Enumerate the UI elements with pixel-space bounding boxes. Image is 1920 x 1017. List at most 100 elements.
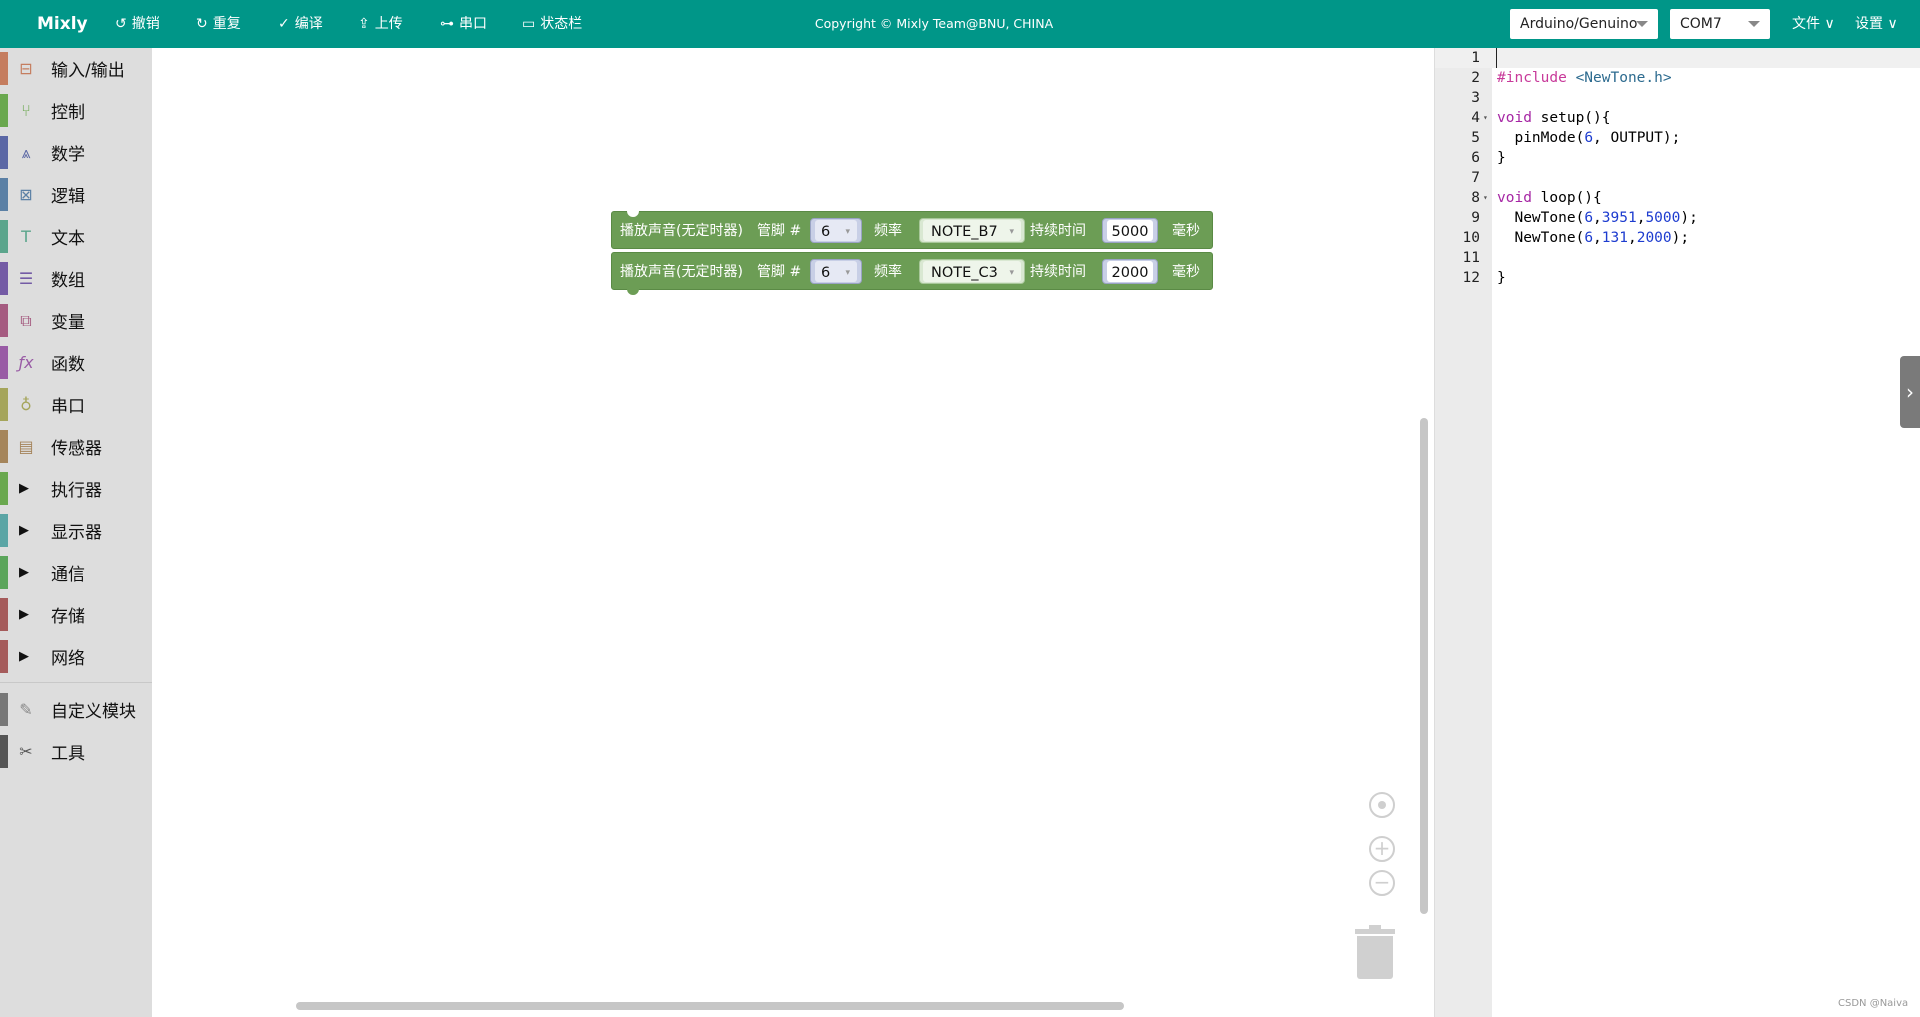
control-icon: ⑂ bbox=[21, 101, 31, 120]
toolbox-category-variable[interactable]: ⧉ 变量 bbox=[0, 302, 152, 339]
code-line[interactable]: 10 NewTone(6,131,2000); bbox=[1435, 228, 1920, 248]
play-tone-block[interactable]: 播放声音(无定时器) 管脚 # 6 ▾ 频率 NOTE_B7 ▾ 持续时间 5000… bbox=[611, 211, 1213, 249]
code-line[interactable]: 1 bbox=[1435, 48, 1920, 68]
board-select[interactable]: Arduino/Genuino bbox=[1510, 9, 1658, 39]
line-number: 1 bbox=[1471, 50, 1480, 66]
toolbox-category-actuator[interactable]: ▶ 执行器 bbox=[0, 470, 152, 507]
category-label: 自定义模块 bbox=[51, 702, 136, 722]
settings-menu[interactable]: 设置 ∨ bbox=[1855, 0, 1898, 48]
note-value: NOTE_C3 bbox=[931, 265, 998, 281]
toolbox-category-text[interactable]: T 文本 bbox=[0, 218, 152, 255]
line-number: 5 bbox=[1471, 130, 1480, 146]
watermark: CSDN @Naiva bbox=[1838, 998, 1909, 1009]
category-label: 变量 bbox=[51, 313, 85, 333]
code-line[interactable]: 4 ▾ void setup(){ bbox=[1435, 108, 1920, 128]
line-number: 4 bbox=[1471, 110, 1480, 126]
plus-icon: + bbox=[1373, 836, 1391, 860]
minus-icon: − bbox=[1373, 870, 1391, 894]
code-line[interactable]: 9 NewTone(6,3951,5000); bbox=[1435, 208, 1920, 228]
expand-arrow-icon: ▶ bbox=[19, 565, 29, 580]
toolbox-category-communication[interactable]: ▶ 通信 bbox=[0, 554, 152, 591]
code-line[interactable]: 11 bbox=[1435, 248, 1920, 268]
workspace-horizontal-scrollbar[interactable] bbox=[296, 1002, 1124, 1010]
trash-button[interactable] bbox=[1355, 925, 1395, 979]
target-icon bbox=[1378, 801, 1386, 809]
category-label: 工具 bbox=[51, 744, 85, 764]
zoom-out-button[interactable]: − bbox=[1369, 870, 1395, 896]
fold-arrow-icon[interactable]: ▾ bbox=[1483, 188, 1488, 208]
play-tone-block[interactable]: 播放声音(无定时器) 管脚 # 6 ▾ 频率 NOTE_C3 ▾ 持续时间 2000… bbox=[611, 252, 1213, 295]
toolbox-category-network[interactable]: ▶ 网络 bbox=[0, 638, 152, 675]
code-text: NewTone(6,3951,5000); bbox=[1497, 210, 1698, 226]
toolbox-category-array[interactable]: ☰ 数组 bbox=[0, 260, 152, 297]
category-label: 传感器 bbox=[51, 439, 102, 459]
category-color-stripe bbox=[0, 178, 8, 211]
category-label: 控制 bbox=[51, 103, 85, 123]
tools-icon: ✂ bbox=[19, 742, 33, 761]
chevron-down-icon bbox=[1748, 21, 1760, 27]
duration-input[interactable]: 2000 bbox=[1102, 259, 1158, 284]
line-number: 9 bbox=[1471, 210, 1480, 226]
category-label: 数组 bbox=[51, 271, 85, 291]
toolbox-category-function[interactable]: ƒx 函数 bbox=[0, 344, 152, 381]
unit-label: 毫秒 bbox=[1172, 264, 1200, 280]
toolbox-category-display[interactable]: ▶ 显示器 bbox=[0, 512, 152, 549]
toolbox-category-io[interactable]: ⊟ 输入/输出 bbox=[0, 50, 152, 87]
code-line[interactable]: 7 bbox=[1435, 168, 1920, 188]
chevron-down-icon: ▾ bbox=[1009, 268, 1014, 278]
io-icon: ⊟ bbox=[19, 59, 33, 78]
note-dropdown[interactable]: NOTE_C3 ▾ bbox=[919, 259, 1025, 284]
frequency-label: 频率 bbox=[874, 223, 902, 239]
pin-dropdown[interactable]: 6 ▾ bbox=[810, 259, 862, 284]
code-line[interactable]: 5 pinMode(6, OUTPUT); bbox=[1435, 128, 1920, 148]
toolbox-category-math[interactable]: ⩓ 数学 bbox=[0, 134, 152, 171]
category-color-stripe bbox=[0, 52, 8, 85]
line-number: 12 bbox=[1462, 270, 1480, 286]
array-icon: ☰ bbox=[18, 269, 34, 288]
toolbox-category-logic[interactable]: ⊠ 逻辑 bbox=[0, 176, 152, 213]
block-label: 播放声音(无定时器) bbox=[620, 223, 743, 239]
recenter-button[interactable] bbox=[1369, 792, 1395, 818]
line-number: 10 bbox=[1462, 230, 1480, 246]
toolbox-category-custom[interactable]: ✎ 自定义模块 bbox=[0, 691, 152, 728]
category-label: 串口 bbox=[51, 397, 85, 417]
pin-dropdown[interactable]: 6 ▾ bbox=[810, 218, 862, 243]
code-line[interactable]: 8 ▾ void loop(){ bbox=[1435, 188, 1920, 208]
note-dropdown[interactable]: NOTE_B7 ▾ bbox=[919, 218, 1025, 243]
duration-input[interactable]: 5000 bbox=[1102, 218, 1158, 243]
fold-arrow-icon[interactable]: ▾ bbox=[1483, 108, 1488, 128]
category-color-stripe bbox=[0, 430, 8, 463]
code-line[interactable]: 6 } bbox=[1435, 148, 1920, 168]
variable-icon: ⧉ bbox=[20, 310, 32, 330]
category-color-stripe bbox=[0, 514, 8, 547]
chevron-down-icon bbox=[1636, 21, 1648, 27]
code-line[interactable]: 2 #include <NewTone.h> bbox=[1435, 68, 1920, 88]
category-color-stripe bbox=[0, 304, 8, 337]
block-label: 播放声音(无定时器) bbox=[620, 264, 743, 280]
category-color-stripe bbox=[0, 598, 8, 631]
code-line[interactable]: 12 } bbox=[1435, 268, 1920, 288]
toolbox-category-serial[interactable]: ♁ 串口 bbox=[0, 386, 152, 423]
toolbox-category-storage[interactable]: ▶ 存储 bbox=[0, 596, 152, 633]
collapse-panel-button[interactable]: › bbox=[1900, 356, 1920, 428]
file-menu[interactable]: 文件 ∨ bbox=[1792, 0, 1835, 48]
duration-value: 5000 bbox=[1107, 220, 1153, 241]
port-select[interactable]: COM7 bbox=[1670, 9, 1770, 39]
code-editor[interactable]: 1 2 #include <NewTone.h> 3 4 ▾ void setu… bbox=[1434, 48, 1920, 1017]
code-line[interactable]: 3 bbox=[1435, 88, 1920, 108]
category-label: 数学 bbox=[51, 145, 85, 165]
zoom-in-button[interactable]: + bbox=[1369, 836, 1395, 862]
chevron-right-icon: › bbox=[1906, 380, 1914, 404]
expand-arrow-icon: ▶ bbox=[19, 649, 29, 664]
settings-menu-label: 设置 bbox=[1855, 16, 1883, 32]
line-number: 8 bbox=[1471, 190, 1480, 206]
workspace-vertical-scrollbar[interactable] bbox=[1420, 418, 1428, 914]
category-label: 逻辑 bbox=[51, 187, 85, 207]
duration-value: 2000 bbox=[1107, 261, 1153, 282]
category-color-stripe bbox=[0, 346, 8, 379]
toolbox-category-tools[interactable]: ✂ 工具 bbox=[0, 733, 152, 770]
toolbox-category-sensor[interactable]: ▤ 传感器 bbox=[0, 428, 152, 465]
blockly-workspace[interactable] bbox=[152, 48, 1434, 1017]
serial-icon: ♁ bbox=[20, 395, 32, 414]
toolbox-category-control[interactable]: ⑂ 控制 bbox=[0, 92, 152, 129]
